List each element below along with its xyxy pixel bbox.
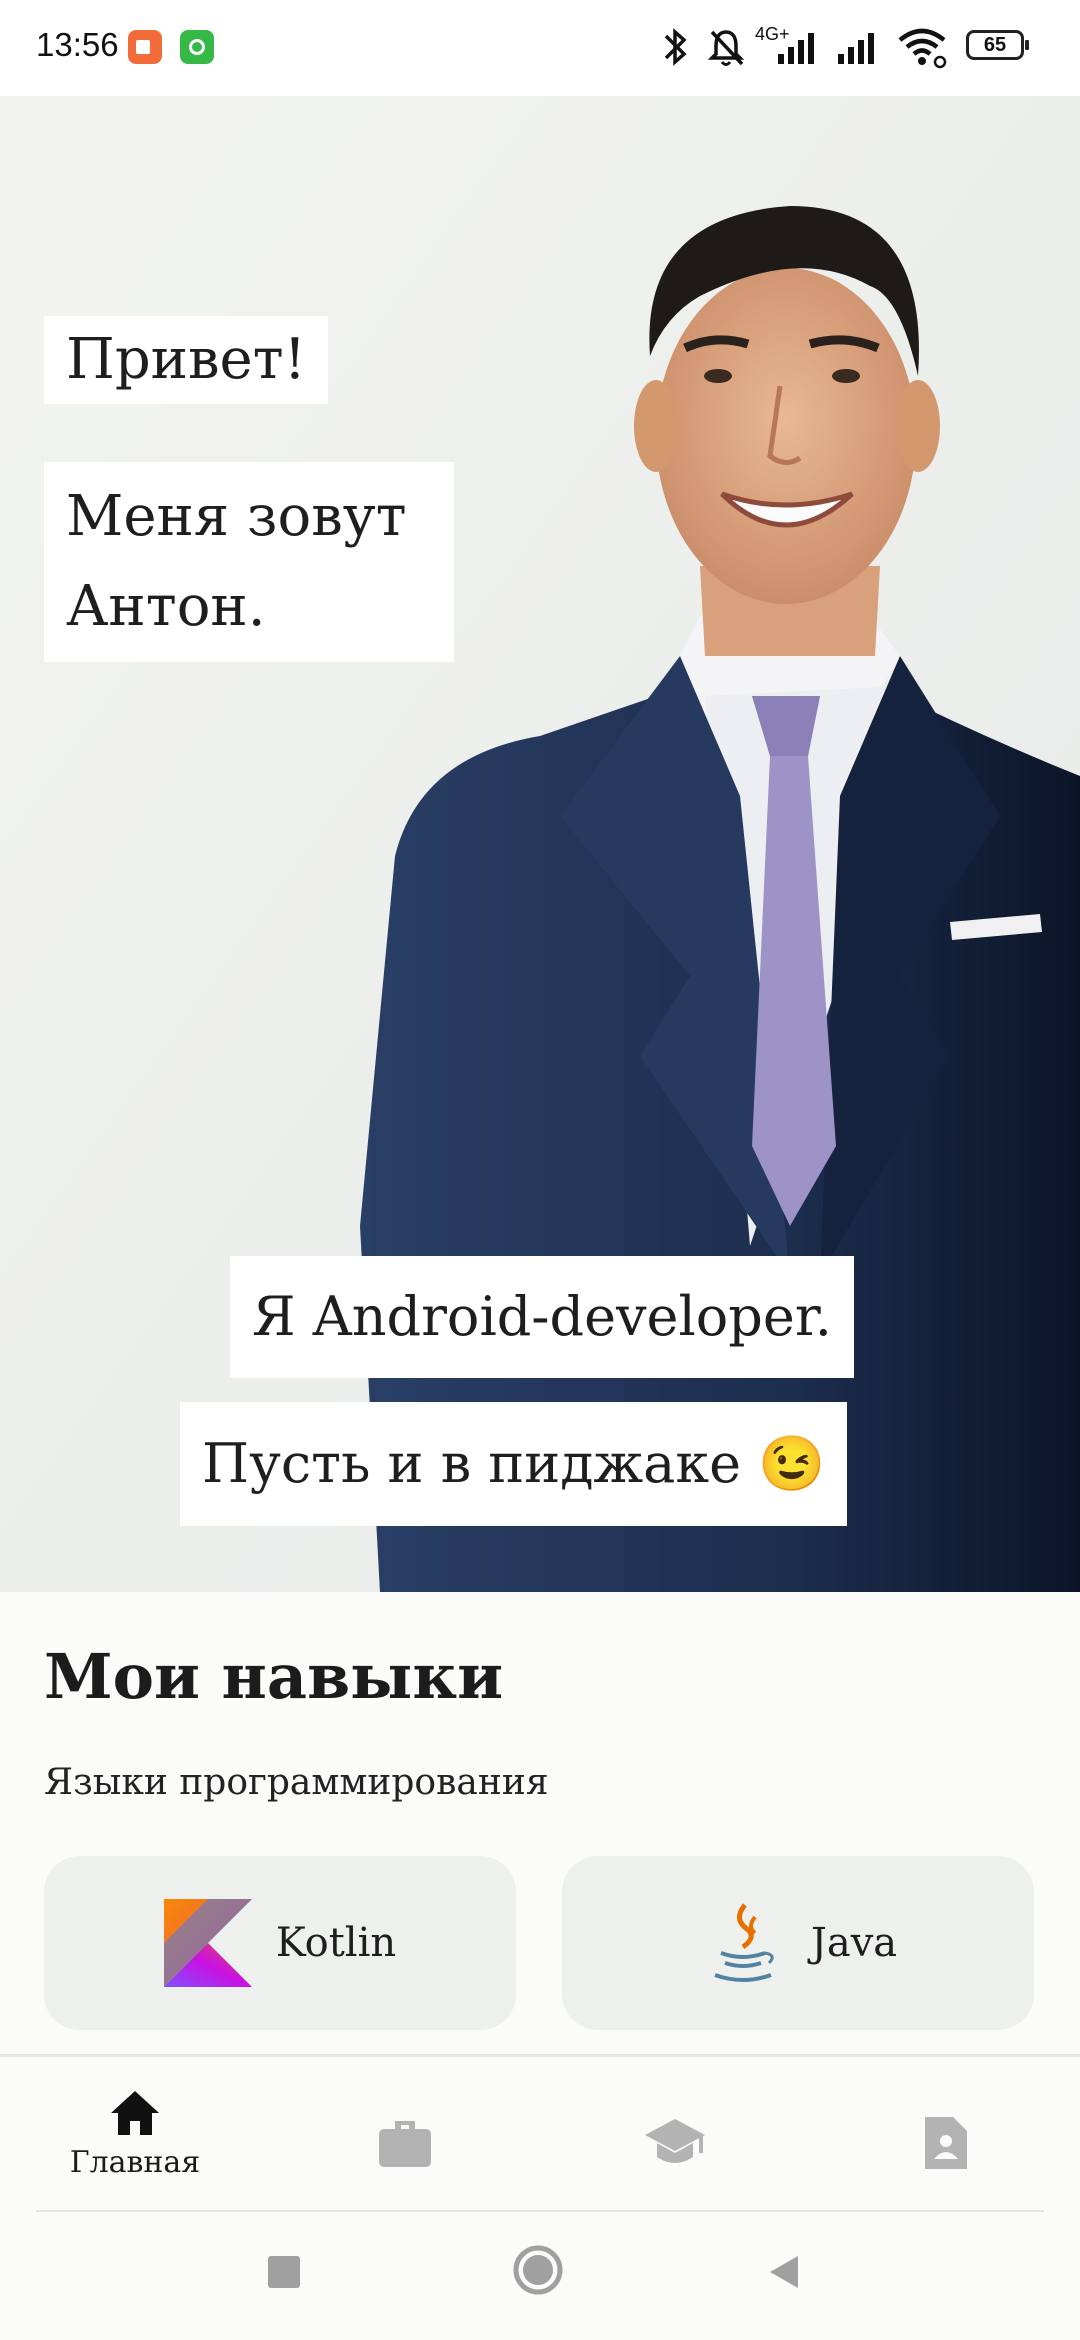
- nav-label-home: Главная: [69, 2145, 201, 2180]
- briefcase-icon: [379, 2121, 431, 2167]
- signal-icon-2: [838, 28, 874, 64]
- role-text: Я Android-developer.: [230, 1256, 854, 1378]
- skill-name-kotlin: Kotlin: [275, 1920, 397, 1966]
- wifi-icon: [898, 28, 947, 69]
- name-text: Меня зовут Антон.: [44, 462, 454, 662]
- recents-button[interactable]: [264, 2252, 304, 2292]
- system-navigation-bar: [0, 2212, 1080, 2340]
- nav-item-contacts[interactable]: [810, 2057, 1080, 2213]
- nav-item-home[interactable]: Главная: [0, 2057, 270, 2213]
- status-time: 13:56: [36, 26, 119, 63]
- hero-banner: Привет! Меня зовут Антон. Я Android-deve…: [0, 96, 1080, 1592]
- skill-card-kotlin[interactable]: Kotlin: [44, 1856, 516, 2030]
- skill-card-java[interactable]: Java: [562, 1856, 1034, 2030]
- graduation-cap-icon: [645, 2119, 705, 2163]
- contact-card-icon: [925, 2117, 967, 2169]
- nav-item-education[interactable]: [540, 2057, 810, 2213]
- video-recorder-notification-icon: [128, 30, 162, 64]
- signal-icon: [778, 28, 814, 64]
- muted-bell-icon: [707, 30, 745, 66]
- tagline-text: Пусть и в пиджаке 😉: [180, 1402, 848, 1526]
- home-icon: [111, 2091, 159, 2135]
- skills-title: Мои навыки: [44, 1640, 504, 1713]
- kotlin-logo-icon: [163, 1899, 252, 1987]
- skill-name-java: Java: [810, 1920, 898, 1966]
- battery-icon: 65: [966, 30, 1029, 60]
- home-system-button[interactable]: [510, 2242, 566, 2298]
- name-line-1: Меня зовут: [66, 484, 407, 549]
- name-line-2: Антон.: [66, 574, 266, 639]
- status-bar: 13:56 4G+ 65: [0, 0, 1080, 96]
- skills-subtitle: Языки программирования: [44, 1762, 549, 1803]
- greeting-text: Привет!: [44, 316, 329, 404]
- bottom-navigation: Главная: [0, 2054, 1080, 2213]
- java-logo-icon: [714, 1903, 774, 1982]
- bluetooth-icon: [664, 28, 687, 66]
- back-button[interactable]: [764, 2252, 804, 2292]
- nav-item-portfolio[interactable]: [270, 2057, 540, 2213]
- robot-notification-icon: [180, 30, 214, 64]
